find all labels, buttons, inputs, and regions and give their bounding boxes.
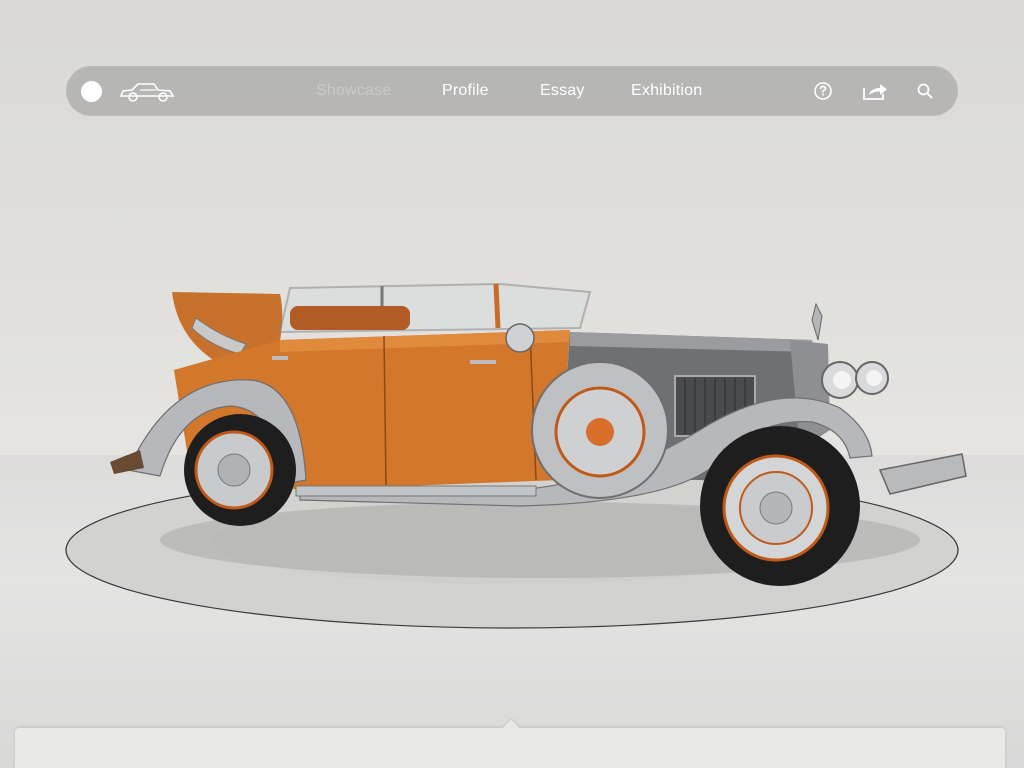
vintage-car-icon[interactable] <box>118 78 176 104</box>
tab-profile[interactable]: Profile <box>442 66 489 116</box>
showcase-stage: Showcase Profile Essay Exhibition <box>0 0 1024 768</box>
top-navigation-bar: Showcase Profile Essay Exhibition <box>66 66 958 116</box>
tab-showcase[interactable]: Showcase <box>316 66 391 116</box>
search-icon[interactable] <box>913 79 937 103</box>
circle-icon[interactable] <box>81 81 102 102</box>
tab-exhibition[interactable]: Exhibition <box>631 66 702 116</box>
bottom-info-panel[interactable] <box>15 719 1005 768</box>
vintage-car-image[interactable] <box>100 280 980 600</box>
question-icon[interactable] <box>811 79 835 103</box>
tab-essay[interactable]: Essay <box>540 66 585 116</box>
share-icon[interactable] <box>861 79 889 103</box>
